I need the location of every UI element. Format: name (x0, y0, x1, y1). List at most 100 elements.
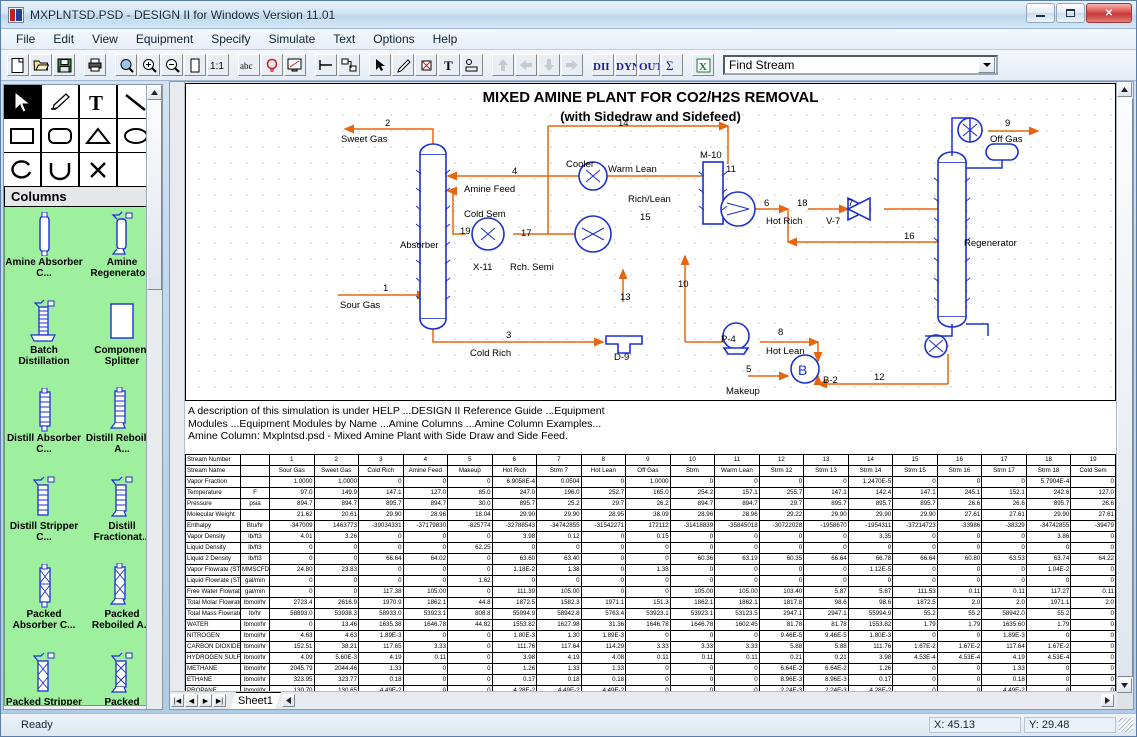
table-cell[interactable]: 111.39 (491, 586, 538, 598)
table-cell[interactable]: 60.80 (936, 553, 983, 565)
table-cell[interactable]: 0 (1070, 531, 1116, 543)
table-cell[interactable]: 0 (981, 575, 1027, 587)
table-cell[interactable]: 4 (402, 454, 449, 466)
stream-table[interactable]: Stream Number 1 2 3 4 5 6 7 8 9 10 11 12 13 14 15 16 17 18… (185, 454, 1116, 692)
table-cell[interactable]: 0.18 (580, 674, 627, 686)
table-cell[interactable]: 9 (625, 454, 671, 466)
excel-export-icon[interactable]: X (692, 54, 714, 76)
table-cell[interactable]: 0 (402, 564, 449, 576)
table-cell[interactable]: 245.1 (936, 487, 983, 499)
table-cell[interactable]: 0.11 (1070, 586, 1116, 598)
table-cell[interactable]: 1.26 (491, 663, 538, 675)
table-cell[interactable]: -1958670 (803, 520, 849, 532)
tool-rounded-rect[interactable] (41, 118, 79, 153)
table-cell[interactable]: 0 (669, 674, 716, 686)
table-cell[interactable]: 1.33 (358, 663, 404, 675)
table-cell[interactable]: 117.38 (358, 586, 404, 598)
table-cell[interactable]: 20.61 (313, 509, 360, 521)
table-cell[interactable]: 0 (625, 575, 671, 587)
table-cell[interactable]: 0.21 (758, 652, 805, 664)
print-icon[interactable] (84, 54, 106, 76)
table-cell[interactable]: Hot Rich (491, 465, 538, 477)
table-cell[interactable]: 0 (714, 663, 760, 675)
table-row[interactable]: Enthalpy Btu/hr -347009 1463773 -39034331 -37… (185, 520, 1116, 532)
table-cell[interactable]: 3.35 (847, 531, 894, 543)
table-cell[interactable]: 0 (936, 531, 983, 543)
table-cell[interactable]: 1 (269, 454, 315, 466)
table-cell[interactable]: 105.00 (402, 586, 449, 598)
table-cell[interactable]: 3.33 (625, 641, 671, 653)
table-cell[interactable]: 152.51 (269, 641, 315, 653)
table-cell[interactable]: 147.1 (892, 487, 938, 499)
table-cell[interactable]: 1.0000 (269, 476, 315, 488)
table-cell[interactable]: Sweet Gas (313, 465, 360, 477)
table-cell[interactable]: 1.12E-5 (847, 564, 894, 576)
table-cell[interactable]: 0 (1070, 652, 1116, 664)
table-cell[interactable]: 3.33 (714, 641, 760, 653)
table-cell[interactable]: 0 (1070, 476, 1116, 488)
table-row[interactable]: Total Mass Flowrate lb/hr 58893.0 53938.3 58… (185, 608, 1116, 620)
table-cell[interactable]: Strm 14 (847, 465, 894, 477)
table-cell[interactable]: 58933.0 (358, 608, 404, 620)
table-cell[interactable]: 151.3 (625, 597, 671, 609)
table-cell[interactable]: 1646.78 (625, 619, 671, 631)
table-cell[interactable]: 0 (892, 575, 938, 587)
table-cell[interactable]: 0 (625, 674, 671, 686)
zoom-out-icon[interactable] (161, 54, 183, 76)
table-cell[interactable]: 0 (1070, 674, 1116, 686)
table-cell[interactable]: 2.0 (936, 597, 983, 609)
table-cell[interactable]: 0 (447, 476, 493, 488)
abc-spell-icon[interactable]: abc (238, 54, 260, 76)
table-cell[interactable]: 0 (758, 542, 805, 554)
table-cell[interactable]: 4.53E-4 (1025, 652, 1072, 664)
table-cell[interactable]: Makeup (447, 465, 493, 477)
table-row[interactable]: Liquid Density lb/ft3 0 0 0 0 62.25 0 0 0 0 0 0 0 0 0 0 0… (185, 542, 1116, 554)
palette-item-batch-distillation[interactable]: Batch Distillation (5, 295, 83, 383)
table-cell[interactable]: 4.63 (313, 630, 360, 642)
tab-last-button[interactable]: ▶| (213, 694, 226, 707)
table-cell[interactable]: 0 (981, 531, 1027, 543)
table-cell[interactable]: Cold Rich (358, 465, 404, 477)
table-cell[interactable]: 0 (1070, 630, 1116, 642)
sigma-button[interactable]: Σ (661, 54, 683, 76)
table-cell[interactable]: 0 (714, 630, 760, 642)
table-cell[interactable]: 11 (714, 454, 760, 466)
doc-scroll-down-button[interactable] (1117, 678, 1132, 693)
table-cell[interactable]: 1553.82 (847, 619, 894, 631)
table-cell[interactable]: 1.38 (536, 564, 582, 576)
table-cell[interactable]: 27.61 (936, 509, 983, 521)
table-row[interactable]: Vapor Density lb/ft3 4.01 3.26 0 0 0 3.98 0.12 0 0… (185, 531, 1116, 543)
table-cell[interactable]: 1.38 (625, 564, 671, 576)
table-cell[interactable]: 1.0000 (625, 476, 671, 488)
stream-icon[interactable] (415, 54, 437, 76)
menu-text[interactable]: Text (324, 30, 364, 48)
table-cell[interactable]: 3.33 (669, 641, 716, 653)
menu-help[interactable]: Help (424, 30, 467, 48)
table-cell[interactable]: 53123.5 (714, 608, 760, 620)
table-cell[interactable]: 114.29 (580, 641, 627, 653)
table-cell[interactable]: 0 (358, 564, 404, 576)
table-cell[interactable]: 0 (892, 531, 938, 543)
table-cell[interactable]: 29.90 (1025, 509, 1072, 521)
bulb-icon[interactable] (261, 54, 283, 76)
table-cell[interactable]: 1.33 (536, 663, 582, 675)
table-cell[interactable]: Strm 12 (758, 465, 805, 477)
table-cell[interactable]: 6 (491, 454, 538, 466)
table-cell[interactable]: 26.6 (981, 498, 1027, 510)
table-cell[interactable]: 0 (358, 575, 404, 587)
table-cell[interactable]: 81.78 (803, 619, 849, 631)
tab-first-button[interactable]: |◀ (171, 694, 184, 707)
menu-simulate[interactable]: Simulate (260, 30, 325, 48)
table-cell[interactable]: 97.0 (269, 487, 315, 499)
table-cell[interactable]: 25.2 (536, 498, 582, 510)
table-cell[interactable]: 4.53E-4 (936, 652, 983, 664)
table-cell[interactable]: 5.7904E-4 (1025, 476, 1072, 488)
menu-view[interactable]: View (83, 30, 127, 48)
table-cell[interactable]: 105.00 (536, 586, 582, 598)
table-cell[interactable]: 12 (758, 454, 805, 466)
table-cell[interactable]: Cold Sem (1070, 465, 1116, 477)
table-cell[interactable]: 0 (669, 575, 716, 587)
table-cell[interactable]: 4.19 (536, 652, 582, 664)
table-cell[interactable]: 895.7 (1025, 498, 1072, 510)
table-cell[interactable]: 147.1 (803, 487, 849, 499)
